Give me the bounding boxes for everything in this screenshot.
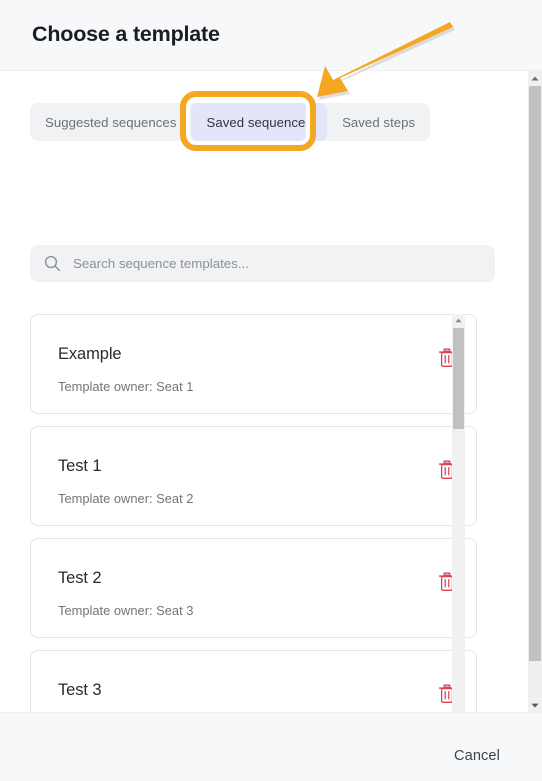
caret-up-icon — [531, 76, 539, 81]
scroll-thumb[interactable] — [453, 328, 464, 429]
scroll-thumb[interactable] — [529, 86, 541, 661]
cancel-button[interactable]: Cancel — [454, 748, 500, 764]
template-name: Test 1 — [58, 457, 102, 475]
dialog-header: Choose a template — [0, 0, 542, 71]
tab-saved-steps[interactable]: Saved steps — [327, 103, 430, 141]
caret-up-icon — [455, 318, 462, 323]
template-owner: Template owner: Seat 2 — [58, 491, 194, 506]
search-icon — [44, 255, 61, 272]
template-owner: Template owner: Seat 1 — [58, 379, 194, 394]
scroll-up-button[interactable] — [528, 71, 542, 85]
template-name: Test 2 — [58, 569, 102, 587]
template-card[interactable]: Test 3 Template owner: Seat 4 — [30, 650, 477, 712]
search-input[interactable] — [73, 245, 495, 282]
scroll-up-button[interactable] — [452, 314, 465, 327]
caret-down-icon — [531, 703, 539, 708]
template-name: Test 3 — [58, 681, 102, 699]
choose-template-dialog: Choose a template Suggested sequences Sa… — [0, 0, 542, 781]
template-owner: Template owner: Seat 3 — [58, 603, 194, 618]
tab-saved-sequences[interactable]: Saved sequences — [191, 103, 328, 141]
dialog-scrollbar[interactable] — [528, 71, 542, 712]
template-card-column: Example Template owner: Seat 1 Test 1 Te… — [30, 314, 481, 712]
template-card[interactable]: Test 2 Template owner: Seat 3 — [30, 538, 477, 638]
page-title: Choose a template — [32, 22, 220, 46]
search-box[interactable] — [30, 245, 495, 282]
template-card[interactable]: Example Template owner: Seat 1 — [30, 314, 477, 414]
scroll-down-button[interactable] — [528, 698, 542, 712]
dialog-footer: Cancel — [0, 712, 542, 781]
template-card[interactable]: Test 1 Template owner: Seat 2 — [30, 426, 477, 526]
tab-suggested-sequences[interactable]: Suggested sequences — [30, 103, 191, 141]
template-list: Example Template owner: Seat 1 Test 1 Te… — [30, 314, 495, 712]
template-name: Example — [58, 345, 122, 363]
dialog-body: Suggested sequences Saved sequences Save… — [0, 71, 528, 712]
template-source-tabs: Suggested sequences Saved sequences Save… — [30, 103, 431, 141]
template-list-scrollbar[interactable] — [452, 314, 465, 712]
